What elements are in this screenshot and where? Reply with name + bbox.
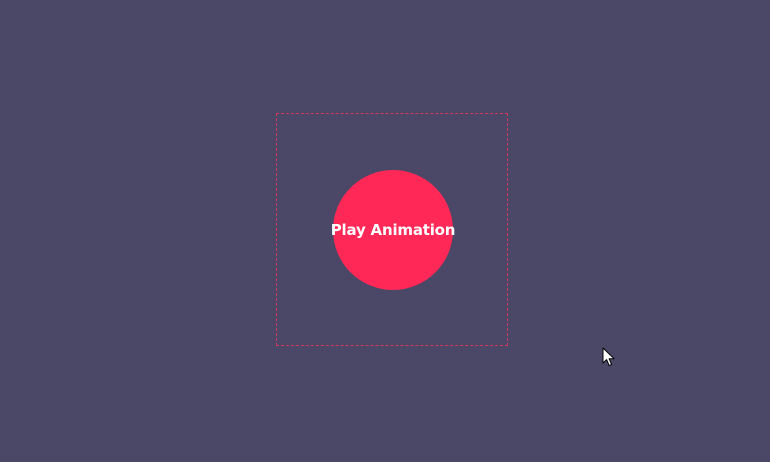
mouse-pointer-icon [602,347,615,367]
play-animation-button[interactable]: Play Animation [331,170,455,290]
page-canvas: Play Animation [0,0,770,462]
